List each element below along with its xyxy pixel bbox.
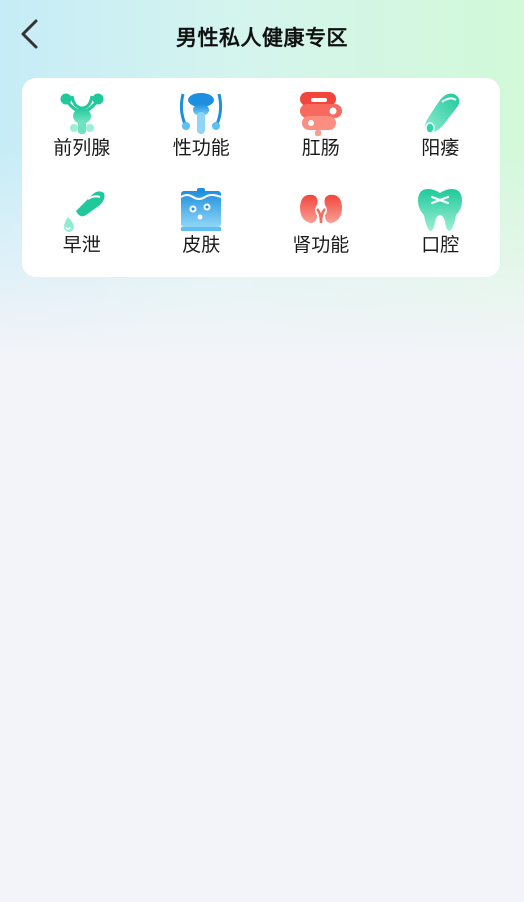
category-item-impotence[interactable]: 阳痿 xyxy=(381,78,501,176)
category-card: 前列腺 性功能 肛肠 阳痿 早泄 皮肤 肾功能 口腔 xyxy=(22,78,500,277)
category-item-oral[interactable]: 口腔 xyxy=(381,176,501,274)
category-item-anorectal[interactable]: 肛肠 xyxy=(261,78,381,176)
penis-icon xyxy=(425,93,460,134)
skin-icon xyxy=(180,188,222,231)
category-label: 阳痿 xyxy=(421,137,460,159)
page-title: 男性私人健康专区 xyxy=(176,26,348,50)
category-label: 口腔 xyxy=(421,234,460,256)
tooth-icon xyxy=(418,189,463,231)
category-grid: 前列腺 性功能 肛肠 阳痿 早泄 皮肤 肾功能 口腔 xyxy=(22,78,500,277)
category-item-kidney-function[interactable]: 肾功能 xyxy=(261,176,381,274)
category-item-premature-ejaculation[interactable]: 早泄 xyxy=(22,176,142,274)
category-item-sexual-function[interactable]: 性功能 xyxy=(142,78,262,176)
category-item-skin[interactable]: 皮肤 xyxy=(142,176,262,274)
category-label: 肾功能 xyxy=(292,234,350,256)
category-label: 前列腺 xyxy=(53,137,111,159)
category-item-prostate[interactable]: 前列腺 xyxy=(22,78,142,176)
category-label: 性功能 xyxy=(172,137,230,159)
category-label: 肛肠 xyxy=(301,137,340,159)
reproductive-organ-icon xyxy=(180,93,223,134)
kidney-icon xyxy=(299,194,342,224)
intestine-icon xyxy=(299,92,342,136)
header: 男性私人健康专区 xyxy=(0,0,524,76)
prostate-icon xyxy=(60,93,104,134)
premature-ejaculation-icon xyxy=(63,191,105,232)
category-label: 皮肤 xyxy=(182,234,221,256)
category-label: 早泄 xyxy=(62,234,101,256)
